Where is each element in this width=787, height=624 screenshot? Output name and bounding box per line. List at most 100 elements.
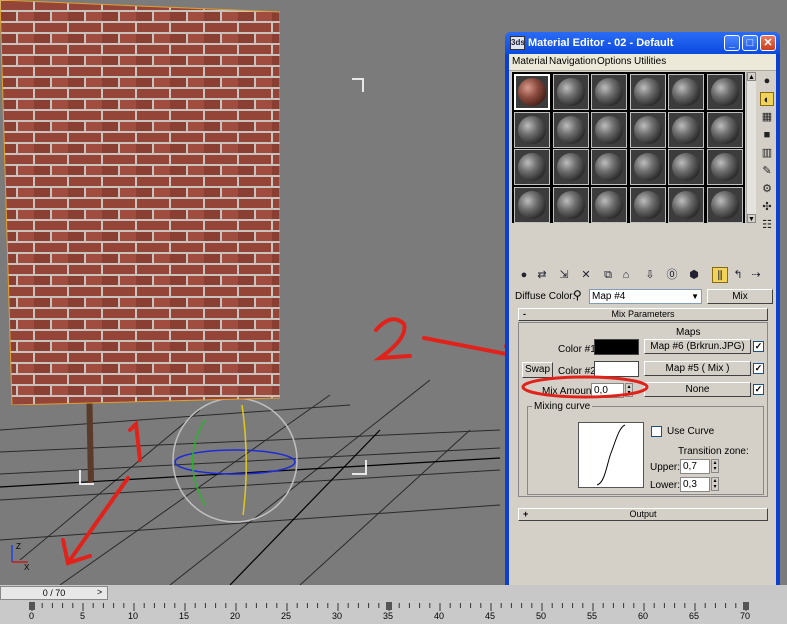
- sample-slot[interactable]: [706, 111, 743, 148]
- sample-slot[interactable]: [629, 111, 666, 148]
- menu-material[interactable]: Material: [512, 56, 548, 67]
- sample-slot[interactable]: [514, 74, 550, 110]
- mix-amount-map-checkbox[interactable]: ✓: [753, 384, 764, 395]
- sample-slot[interactable]: [591, 186, 627, 223]
- close-button[interactable]: ✕: [760, 35, 776, 51]
- material-sphere-icon: [556, 78, 585, 106]
- material-sphere-icon: [633, 78, 662, 106]
- material-effects-channel-icon[interactable]: ⓪: [664, 267, 680, 283]
- mixing-curve-label: Mixing curve: [532, 401, 593, 412]
- sample-slot[interactable]: [552, 186, 589, 223]
- menu-navigation[interactable]: Navigation: [549, 56, 596, 67]
- sample-slot[interactable]: [591, 111, 627, 148]
- sample-slot[interactable]: [706, 74, 743, 110]
- show-map-in-viewport-icon[interactable]: ⬢: [686, 267, 702, 283]
- sample-slots-scrollbar[interactable]: ▲ ▼: [746, 72, 756, 223]
- rollout-title: Mix Parameters: [611, 309, 675, 319]
- rollout-expand-icon: +: [523, 509, 529, 519]
- show-end-result-icon[interactable]: ⫼: [712, 267, 728, 283]
- timeline-tick-label: 65: [689, 611, 700, 621]
- upper-label: Upper:: [650, 462, 681, 473]
- sample-slot[interactable]: [668, 186, 704, 223]
- make-copy-icon[interactable]: ⧉: [600, 267, 616, 283]
- color2-map-button[interactable]: Map #5 ( Mix ): [644, 361, 751, 376]
- sample-uv-tiling-icon[interactable]: ■: [760, 128, 774, 142]
- lower-input[interactable]: 0,3: [680, 477, 710, 492]
- menu-utilities[interactable]: Utilities: [634, 56, 666, 67]
- scroll-down-arrow-icon[interactable]: ▼: [747, 214, 756, 223]
- output-rollout[interactable]: + Output: [518, 508, 768, 521]
- sample-slot[interactable]: [629, 74, 666, 110]
- sample-slot[interactable]: [668, 149, 704, 185]
- sample-slot[interactable]: [552, 111, 589, 148]
- options-icon[interactable]: ⚙: [760, 182, 774, 196]
- timeline-tick-label: 50: [536, 611, 547, 621]
- rollout-title: Output: [629, 509, 657, 519]
- use-curve-checkbox[interactable]: [651, 426, 662, 437]
- put-to-scene-icon[interactable]: ⇄: [534, 267, 550, 283]
- color1-label: Color #1: [558, 344, 596, 355]
- diffuse-row: Diffuse Color: ⚲ Map #4 ▼ Mix: [512, 288, 774, 306]
- sample-slot[interactable]: [629, 186, 666, 223]
- color1-swatch[interactable]: [594, 339, 639, 355]
- sample-type-icon[interactable]: ●: [760, 74, 774, 88]
- make-preview-icon[interactable]: ✎: [760, 164, 774, 178]
- video-color-check-icon[interactable]: ▥: [760, 146, 774, 160]
- material-sphere-icon: [518, 78, 546, 106]
- map-type-button[interactable]: Mix: [707, 289, 773, 304]
- sample-slot[interactable]: [706, 149, 743, 185]
- color1-map-checkbox[interactable]: ✓: [753, 341, 764, 352]
- select-by-material-icon[interactable]: ✣: [760, 200, 774, 214]
- material-sphere-icon: [518, 190, 546, 219]
- get-material-icon[interactable]: ●: [516, 267, 532, 283]
- maps-header: Maps: [676, 327, 701, 338]
- put-to-library-icon[interactable]: ⇩: [642, 267, 658, 283]
- timeline-tick-label: 45: [485, 611, 496, 621]
- color1-map-button[interactable]: Map #6 (Brkrun.JPG): [644, 339, 751, 354]
- sample-slot[interactable]: [514, 111, 550, 148]
- sample-slot[interactable]: [552, 74, 589, 110]
- sample-slot[interactable]: [514, 186, 550, 223]
- sample-slot[interactable]: [552, 149, 589, 185]
- reset-map-icon[interactable]: ✕: [578, 267, 594, 283]
- mix-parameters-rollout[interactable]: - Mix Parameters: [518, 308, 768, 321]
- maximize-button[interactable]: □: [742, 35, 758, 51]
- keyframe-marker[interactable]: [743, 602, 749, 610]
- diffuse-color-label: Diffuse Color:: [515, 291, 576, 302]
- material-sphere-icon: [518, 115, 546, 144]
- backlight-icon[interactable]: ◐: [760, 92, 774, 106]
- background-checker-icon[interactable]: ▦: [760, 110, 774, 124]
- timeline-tick-label: 70: [740, 611, 751, 621]
- keyframe-marker[interactable]: [29, 602, 35, 610]
- sample-slot[interactable]: [629, 149, 666, 185]
- go-forward-to-sibling-icon[interactable]: ⇢: [748, 267, 764, 283]
- sample-slot[interactable]: [668, 74, 704, 110]
- sample-slot[interactable]: [591, 149, 627, 185]
- timeline-tick-label: 30: [332, 611, 343, 621]
- sample-slot[interactable]: [514, 149, 550, 185]
- brick-wall-object[interactable]: [0, 0, 280, 405]
- menu-options[interactable]: Options: [597, 56, 631, 67]
- lower-spinner[interactable]: ▴ ▾: [711, 477, 719, 491]
- map-name-dropdown[interactable]: Map #4 ▼: [589, 289, 702, 304]
- sample-slot[interactable]: [591, 74, 627, 110]
- timeline-tick-label: 20: [230, 611, 241, 621]
- timeline-ticks: [29, 602, 749, 611]
- go-to-parent-icon[interactable]: ↰: [730, 267, 746, 283]
- upper-spinner[interactable]: ▴ ▾: [711, 459, 719, 473]
- color2-map-checkbox[interactable]: ✓: [753, 363, 764, 374]
- assign-material-icon[interactable]: ⇲: [556, 267, 572, 283]
- minimize-button[interactable]: _: [724, 35, 740, 51]
- keyframe-marker[interactable]: [386, 602, 392, 610]
- mix-amount-map-button[interactable]: None: [644, 382, 751, 397]
- eyedropper-icon[interactable]: ⚲: [573, 288, 582, 302]
- scroll-up-arrow-icon[interactable]: ▲: [747, 72, 756, 81]
- transition-zone-label: Transition zone:: [678, 446, 749, 457]
- sample-slot[interactable]: [668, 111, 704, 148]
- sample-slot[interactable]: [706, 186, 743, 223]
- material-editor-titlebar[interactable]: 3ds Material Editor - 02 - Default _ □ ✕: [505, 32, 780, 54]
- material-map-navigator-icon[interactable]: ☷: [760, 218, 774, 232]
- upper-input[interactable]: 0,7: [680, 459, 710, 474]
- make-unique-icon[interactable]: ⌂: [618, 267, 634, 283]
- material-editor-window[interactable]: 3ds Material Editor - 02 - Default _ □ ✕…: [505, 32, 780, 598]
